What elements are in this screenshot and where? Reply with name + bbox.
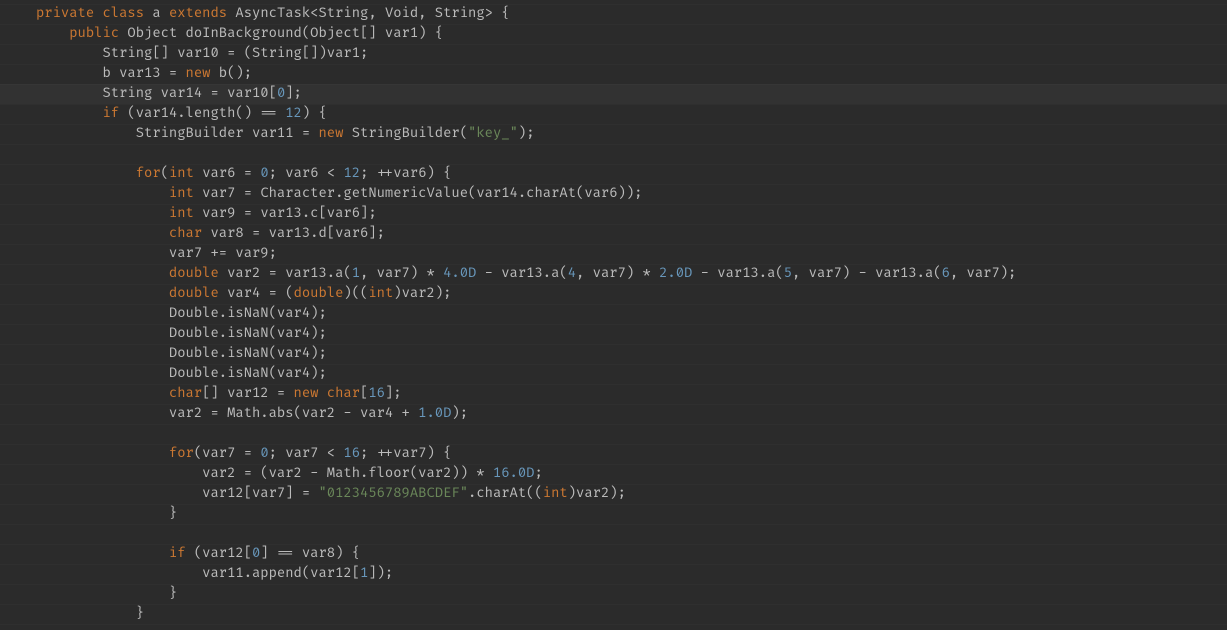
code-line: b var13 = new b(); [0, 64, 1227, 84]
code-line: for(var7 = 0; var7 < 16; ++var7) { [0, 444, 1227, 464]
code-line: var2 = Math.abs(var2 - var4 + 1.0D); [0, 404, 1227, 424]
code-line: String[] var10 = (String[])var1; [0, 44, 1227, 64]
code-line [0, 424, 1227, 444]
code-line: } [0, 504, 1227, 524]
code-line: var11.append(var12[1]); [0, 564, 1227, 584]
code-line: Double.isNaN(var4); [0, 324, 1227, 344]
code-line [0, 524, 1227, 544]
code-line: public Object doInBackground(Object[] va… [0, 24, 1227, 44]
code-line: int var7 = Character.getNumericValue(var… [0, 184, 1227, 204]
code-line: for(int var6 = 0; var6 < 12; ++var6) { [0, 164, 1227, 184]
code-line: } [0, 584, 1227, 604]
code-line: if (var14.length() == 12) { [0, 104, 1227, 124]
code-line: if (var12[0] == var8) { [0, 544, 1227, 564]
code-line: } [0, 604, 1227, 624]
code-line: int var9 = var13.c[var6]; [0, 204, 1227, 224]
code-line: Double.isNaN(var4); [0, 344, 1227, 364]
code-line: var12[var7] = "0123456789ABCDEF".charAt(… [0, 484, 1227, 504]
code-line: var7 += var9; [0, 244, 1227, 264]
code-line: StringBuilder var11 = new StringBuilder(… [0, 124, 1227, 144]
code-line: char[] var12 = new char[16]; [0, 384, 1227, 404]
code-line: char var8 = var13.d[var6]; [0, 224, 1227, 244]
code-editor[interactable]: private class a extends AsyncTask<String… [0, 0, 1227, 624]
code-line: private class a extends AsyncTask<String… [0, 4, 1227, 24]
code-line: Double.isNaN(var4); [0, 304, 1227, 324]
code-line: String var14 = var10[0]; [0, 84, 1227, 104]
code-line: var2 = (var2 - Math.floor(var2)) * 16.0D… [0, 464, 1227, 484]
code-line [0, 144, 1227, 164]
code-line: Double.isNaN(var4); [0, 364, 1227, 384]
code-line: double var2 = var13.a(1, var7) * 4.0D - … [0, 264, 1227, 284]
code-line: double var4 = (double)((int)var2); [0, 284, 1227, 304]
